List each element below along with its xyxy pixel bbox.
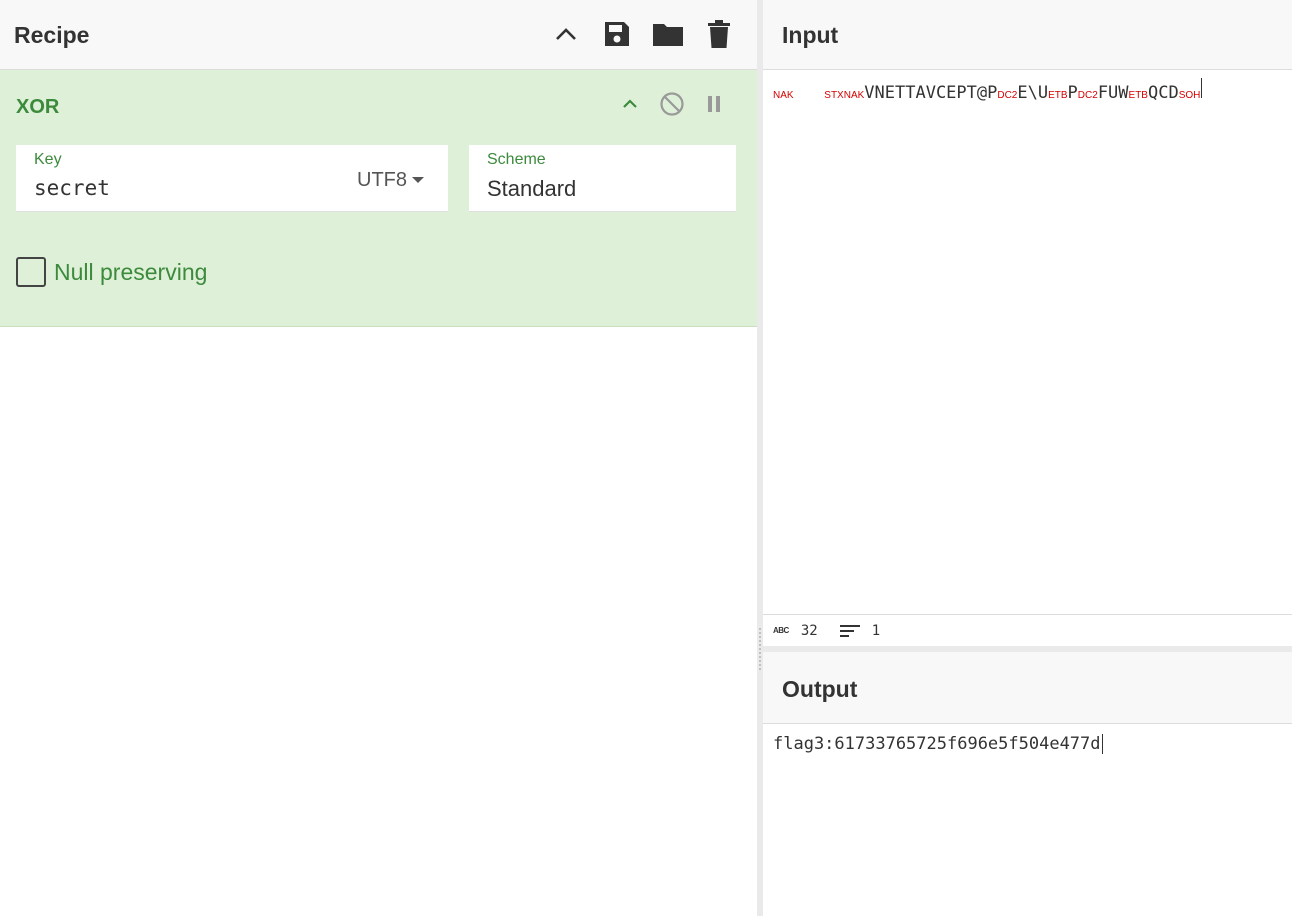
control-char: DC2 [997,90,1018,101]
input-text-segment: P [1067,83,1078,103]
key-label: Key [34,151,62,168]
null-preserving-checkbox[interactable] [16,257,46,287]
output-header: Output [763,652,1292,724]
text-cursor [1101,734,1103,754]
input-title: Input [782,22,839,48]
input-textarea[interactable]: NAK STX NAK VNETTAVCEPT@P DC2 E\U ETB P DC2 FUW E… [773,78,1203,103]
scheme-label: Scheme [487,151,546,168]
recipe-pane: Recipe XOR Key secret UTF8 Scheme Standa… [0,0,757,916]
input-text-segment [794,83,825,103]
xor-operation: XOR Key secret UTF8 Scheme Standard Null… [0,70,757,327]
pause-icon [708,96,720,112]
input-lines: 1 [871,622,881,639]
input-length: 32 [800,622,818,639]
scheme-field[interactable]: Scheme Standard [469,145,736,212]
scheme-select[interactable]: Standard [487,176,576,202]
pause-operation-button[interactable] [701,91,727,117]
input-text-segment: E\U [1017,83,1049,103]
output-textarea[interactable]: flag3:61733765725f696e5f504e477d [773,734,1103,754]
disable-operation-button[interactable] [659,91,685,117]
control-char: SOH [1178,90,1201,101]
input-text-segment: VNETTAVCEPT@P [864,83,998,103]
chevron-up-icon [556,28,576,40]
output-text: flag3:61733765725f696e5f504e477d [773,734,1101,754]
caret-down-icon [412,176,424,183]
key-field[interactable]: Key secret UTF8 [16,145,448,212]
operation-name: XOR [16,96,60,118]
control-char: NAK [843,90,865,101]
recipe-title: Recipe [14,22,90,48]
input-text-segment: FUW [1097,83,1129,103]
load-recipe-button[interactable] [652,16,684,52]
control-char: NAK [773,90,794,101]
collapse-all-button[interactable] [550,16,582,52]
control-char: DC2 [1077,90,1098,101]
null-preserving-option[interactable]: Null preserving [16,257,207,287]
key-encoding-dropdown[interactable]: UTF8 [357,169,424,192]
collapse-operation-button[interactable] [617,91,643,117]
clear-recipe-button[interactable] [703,16,735,52]
output-title: Output [782,676,858,702]
resize-handle[interactable] [759,628,761,670]
lines-icon [839,624,860,637]
input-pane: Input NAK STX NAK VNETTAVCEPT@P DC2 E\U ETB P D… [763,0,1292,646]
recipe-header: Recipe [0,0,757,70]
key-encoding-value: UTF8 [357,169,407,191]
control-char: ETB [1128,90,1148,101]
input-statusbar: ABC 32 1 [763,614,1292,646]
folder-icon [653,24,683,46]
text-cursor [1201,78,1203,98]
trash-icon [708,20,730,48]
null-preserving-label: Null preserving [54,258,208,285]
input-header: Input [763,0,1292,70]
disable-icon [660,92,684,116]
save-recipe-button[interactable] [601,16,633,52]
output-pane: Output flag3:61733765725f696e5f504e477d [763,652,1292,916]
control-char: ETB [1048,90,1068,101]
abc-icon: ABC [773,626,789,635]
control-char: STX [824,90,844,101]
input-text-segment: QCD [1147,83,1179,103]
key-input[interactable]: secret [34,176,110,200]
save-icon [605,22,629,46]
chevron-up-icon [623,99,637,108]
